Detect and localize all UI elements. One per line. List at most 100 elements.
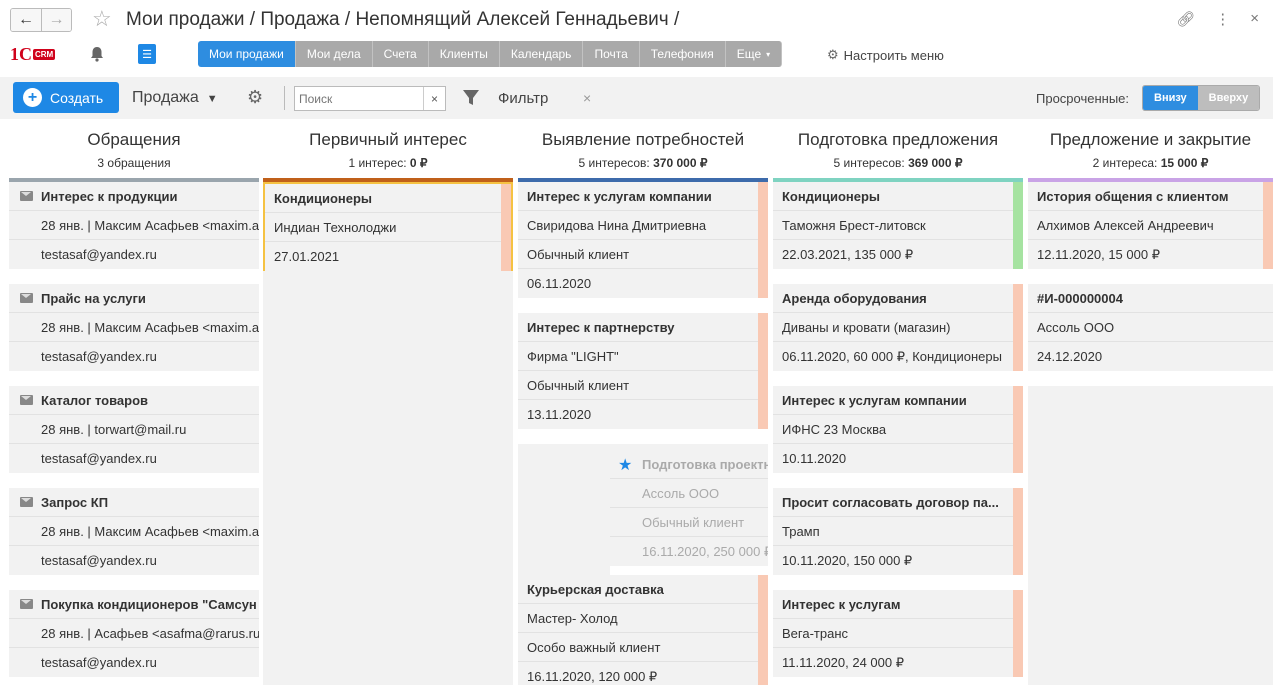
card[interactable]: Интерес к продукции 28 янв. | Максим Аса…: [9, 182, 259, 284]
card-line: 10.11.2020, 150 000 ₽: [782, 552, 913, 568]
card-line: Обычный клиент: [518, 240, 768, 269]
card[interactable]: Прайс на услуги 28 янв. | Максим Асафьев…: [9, 284, 259, 386]
card-line: 22.03.2021, 135 000 ₽: [782, 246, 914, 262]
plus-icon: +: [23, 88, 42, 107]
card-title: Кондиционеры: [265, 184, 511, 213]
status-strip: [1263, 182, 1273, 269]
column-inquiries: Обращения 3 обращения Интерес к продукци…: [9, 120, 259, 685]
column-lane: Кондиционеры Индиан Технолоджи 27.01.202…: [263, 182, 513, 685]
chevron-down-icon: ▾: [766, 49, 771, 59]
card-title: Прайс на услуги: [9, 284, 259, 313]
card-line: Ассоль ООО: [1028, 313, 1273, 342]
card[interactable]: Покупка кондиционеров "Самсун 28 янв. | …: [9, 590, 259, 685]
create-button[interactable]: + Создать: [13, 82, 119, 113]
column-count-text: 5 интересов:: [833, 156, 905, 170]
back-icon[interactable]: ←: [11, 9, 41, 31]
close-icon[interactable]: ×: [1250, 10, 1259, 28]
column-lane: Кондиционеры Таможня Брест-литовск 22.03…: [773, 182, 1023, 685]
column-amount: 15 000 ₽: [1160, 156, 1209, 170]
card-line: Вега-транс: [773, 619, 1023, 648]
column-header: Выявление потребностей 5 интересов: 370 …: [518, 120, 768, 178]
column-amount: 370 000 ₽: [653, 156, 708, 170]
column-count: 1 интерес: 0 ₽: [263, 156, 513, 170]
card-title: Интерес к услугам компании: [518, 182, 768, 211]
card[interactable]: Просит согласовать договор па... Трамп 1…: [773, 488, 1023, 590]
filter-button[interactable]: Фильтр: [498, 90, 548, 107]
link-icon[interactable]: 🔗︎: [1176, 10, 1195, 28]
card-line: 06.11.2020: [527, 276, 592, 291]
overdue-bottom-button[interactable]: Внизу: [1143, 86, 1198, 110]
create-label: Создать: [50, 89, 104, 106]
caret-down-icon: ▼: [206, 93, 218, 105]
card-line: 28 янв. | Максим Асафьев <maxim.a: [9, 211, 259, 240]
envelope-icon: [20, 497, 33, 507]
menu-item-my-sales[interactable]: Мои продажи: [198, 41, 296, 67]
card-line: Обычный клиент: [518, 371, 768, 400]
card[interactable]: Интерес к услугам Вега-транс 11.11.2020,…: [773, 590, 1023, 685]
card[interactable]: ★ Подготовка проектной доку... Ассоль ОО…: [610, 450, 768, 581]
card-title: Аренда оборудования: [773, 284, 1023, 313]
card[interactable]: Курьерская доставка Мастер- Холод Особо …: [518, 575, 768, 685]
card-selected[interactable]: Кондиционеры Индиан Технолоджи 27.01.202…: [263, 182, 513, 271]
window-controls: 🔗︎ ⋮ ×: [1176, 10, 1259, 28]
settings-gear-icon[interactable]: ⚙: [247, 87, 263, 108]
column-title: Предложение и закрытие: [1049, 130, 1252, 149]
card[interactable]: Кондиционеры Таможня Брест-литовск 22.03…: [773, 182, 1023, 284]
clear-search-icon[interactable]: ×: [423, 87, 445, 110]
status-strip: [1013, 488, 1023, 575]
menu-item-more[interactable]: Еще ▾: [725, 41, 783, 67]
menu-item-my-tasks[interactable]: Мои дела: [295, 41, 373, 67]
card-line: 16.11.2020, 250 000 ₽, Кондиц...: [642, 543, 768, 559]
column-proposal-closing: Предложение и закрытие 2 интереса: 15 00…: [1028, 120, 1273, 685]
menu-item-mail[interactable]: Почта: [583, 41, 640, 67]
card[interactable]: Интерес к партнерству Фирма "LIGHT" Обыч…: [518, 313, 768, 444]
card[interactable]: Аренда оборудования Диваны и кровати (ма…: [773, 284, 1023, 386]
card-line: 06.11.2020, 60 000 ₽, Кондиционеры: [782, 348, 1002, 364]
column-count-text: 1 интерес:: [348, 156, 407, 170]
menu-item-clients[interactable]: Клиенты: [428, 41, 500, 67]
card-line: testasaf@yandex.ru: [41, 655, 157, 670]
card-line: Алхимов Алексей Андреевич: [1028, 211, 1273, 240]
sale-dropdown[interactable]: Продажа ▼: [132, 89, 218, 107]
card[interactable]: Интерес к услугам компании Свиридова Нин…: [518, 182, 768, 313]
clipboard-icon[interactable]: ☰: [138, 44, 156, 64]
column-count: 5 интересов: 370 000 ₽: [518, 156, 768, 170]
clear-filter-icon[interactable]: ×: [583, 90, 591, 106]
card-title: Запрос КП: [9, 488, 259, 517]
search-input[interactable]: [295, 87, 423, 110]
divider: [284, 86, 285, 110]
more-vertical-icon[interactable]: ⋮: [1215, 10, 1230, 28]
card-line: testasaf@yandex.ru: [41, 553, 157, 568]
card[interactable]: Каталог товаров 28 янв. | torwart@mail.r…: [9, 386, 259, 488]
bell-icon[interactable]: [88, 45, 106, 66]
card-line: Фирма "LIGHT": [518, 342, 768, 371]
menu-item-telephony[interactable]: Телефония: [639, 41, 726, 67]
column-header: Подготовка предложения 5 интересов: 369 …: [773, 120, 1023, 178]
column-header: Предложение и закрытие 2 интереса: 15 00…: [1028, 120, 1273, 178]
card-title: Интерес к партнерству: [518, 313, 768, 342]
card-title: Покупка кондиционеров "Самсун: [9, 590, 259, 619]
card-line: Мастер- Холод: [518, 604, 768, 633]
card[interactable]: Запрос КП 28 янв. | Максим Асафьев <maxi…: [9, 488, 259, 590]
card-line: 28 янв. | Максим Асафьев <maxim.a: [9, 313, 259, 342]
forward-icon[interactable]: →: [41, 9, 71, 31]
star-icon: ★: [618, 457, 633, 474]
menu-item-invoices[interactable]: Счета: [372, 41, 429, 67]
card-line: Обычный клиент: [610, 508, 768, 537]
overdue-top-button[interactable]: Вверху: [1197, 86, 1260, 110]
menu-more-label: Еще: [736, 47, 762, 61]
envelope-icon: [20, 293, 33, 303]
card-title: Интерес к услугам: [773, 590, 1023, 619]
card-line: 13.11.2020: [527, 407, 592, 422]
menu-item-calendar[interactable]: Календарь: [499, 41, 584, 67]
column-count-text: 5 интересов:: [578, 156, 650, 170]
favorite-star-icon[interactable]: ☆: [92, 6, 112, 32]
configure-menu-link[interactable]: ⚙ Настроить меню: [827, 47, 944, 63]
filter-funnel-icon[interactable]: [461, 88, 481, 111]
card[interactable]: История общения с клиентом Алхимов Алекс…: [1028, 182, 1273, 284]
column-title: Первичный интерес: [309, 130, 467, 149]
card-line: ИФНС 23 Москва: [773, 415, 1023, 444]
card-line: Диваны и кровати (магазин): [773, 313, 1023, 342]
card[interactable]: #И-000000004 Ассоль ООО 24.12.2020: [1028, 284, 1273, 386]
card[interactable]: Интерес к услугам компании ИФНС 23 Москв…: [773, 386, 1023, 488]
